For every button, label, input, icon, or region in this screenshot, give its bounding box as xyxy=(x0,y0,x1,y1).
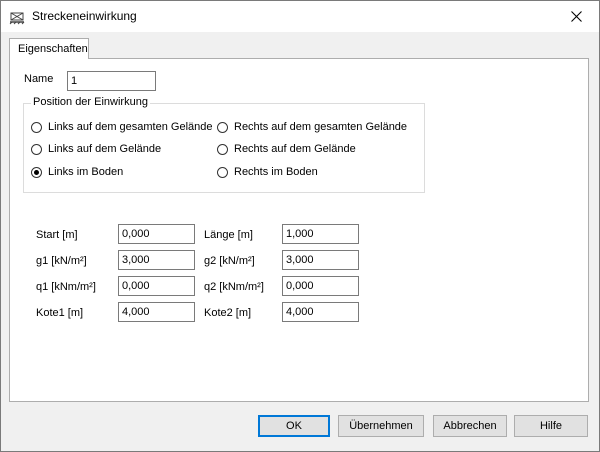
help-button[interactable]: Hilfe xyxy=(514,415,588,437)
radio-circle xyxy=(31,121,42,133)
radio-label: Rechts auf dem gesamten Gelände xyxy=(234,121,408,133)
radio-label: Links auf dem gesamten Gelände xyxy=(48,121,213,133)
radio-rechts-boden[interactable]: Rechts im Boden xyxy=(217,166,318,178)
radio-label: Rechts auf dem Gelände xyxy=(234,143,356,155)
radio-circle xyxy=(217,121,228,133)
radio-rechts-gesamt[interactable]: Rechts auf dem gesamten Gelände xyxy=(217,121,407,133)
radio-rechts-gelaende[interactable]: Rechts auf dem Gelände xyxy=(217,143,356,155)
radio-links-boden[interactable]: Links im Boden xyxy=(31,166,123,178)
g1-label: g1 [kN/m²] xyxy=(36,255,87,267)
name-label: Name xyxy=(24,73,54,85)
radio-links-gelaende[interactable]: Links auf dem Gelände xyxy=(31,143,161,155)
close-button[interactable] xyxy=(553,1,599,32)
q2-input[interactable] xyxy=(282,276,359,296)
g2-label: g2 [kN/m²] xyxy=(204,255,255,267)
kote2-label: Kote2 [m] xyxy=(204,307,252,319)
cancel-button[interactable]: Abbrechen xyxy=(433,415,507,437)
radio-label: Rechts im Boden xyxy=(234,166,318,178)
apply-button[interactable]: Übernehmen xyxy=(338,415,424,437)
g1-input[interactable] xyxy=(118,250,195,270)
kote1-input[interactable] xyxy=(118,302,195,322)
radio-label: Links im Boden xyxy=(48,166,124,178)
kote1-label: Kote1 [m] xyxy=(36,307,84,319)
start-input[interactable] xyxy=(118,224,195,244)
title-bar[interactable]: Streckeneinwirkung xyxy=(1,1,599,32)
kote2-input[interactable] xyxy=(282,302,359,322)
start-label: Start [m] xyxy=(36,229,78,241)
q1-input[interactable] xyxy=(118,276,195,296)
window-title: Streckeneinwirkung xyxy=(32,9,137,23)
app-icon xyxy=(9,9,25,25)
radio-circle xyxy=(217,143,228,155)
tab-eigenschaften[interactable]: Eigenschaften xyxy=(9,38,89,59)
g2-input[interactable] xyxy=(282,250,359,270)
radio-circle xyxy=(217,166,228,178)
laenge-label: Länge [m] xyxy=(204,229,253,241)
q1-label: q1 [kNm/m²] xyxy=(36,281,96,293)
laenge-input[interactable] xyxy=(282,224,359,244)
close-icon xyxy=(570,11,582,22)
position-group-title: Position der Einwirkung xyxy=(31,96,150,108)
radio-circle xyxy=(31,143,42,155)
radio-label: Links auf dem Gelände xyxy=(48,143,162,155)
ok-button[interactable]: OK xyxy=(258,415,330,437)
radio-circle-selected xyxy=(31,166,42,178)
radio-links-gesamt[interactable]: Links auf dem gesamten Gelände xyxy=(31,121,213,133)
name-input[interactable] xyxy=(67,71,156,91)
q2-label: q2 [kNm/m²] xyxy=(204,281,264,293)
